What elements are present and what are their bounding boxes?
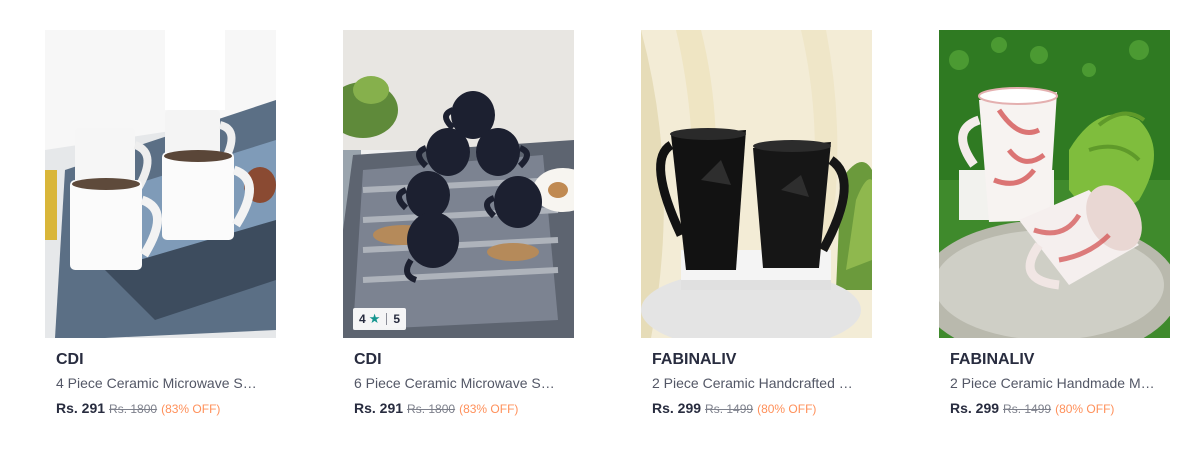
product-card[interactable]: FABINALIV 2 Piece Ceramic Handmade Mugs … <box>939 30 1170 417</box>
product-price: Rs. 291 Rs. 1800 (83% OFF) <box>56 401 276 417</box>
rating-count: 5 <box>393 312 401 326</box>
discount-label: (83% OFF) <box>459 402 519 416</box>
divider <box>386 313 388 325</box>
discount-label: (80% OFF) <box>1055 402 1115 416</box>
original-price: Rs. 1800 <box>407 402 456 416</box>
product-brand: FABINALIV <box>652 351 737 368</box>
product-name: 2 Piece Ceramic Handmade Mugs <box>950 375 1158 391</box>
selling-price: Rs. 291 <box>56 400 106 416</box>
product-price: Rs. 299 Rs. 1499 (80% OFF) <box>950 401 1170 417</box>
rating-value: 4 <box>359 312 366 326</box>
product-card[interactable]: CDI 4 Piece Ceramic Microwave Safe Tea C… <box>45 30 276 417</box>
product-brand: CDI <box>354 351 382 368</box>
selling-price: Rs. 291 <box>354 400 404 416</box>
original-price: Rs. 1499 <box>705 402 754 416</box>
product-image[interactable]: 4 ★ 5 <box>343 30 574 338</box>
selling-price: Rs. 299 <box>652 400 702 416</box>
original-price: Rs. 1499 <box>1003 402 1052 416</box>
original-price: Rs. 1800 <box>109 402 158 416</box>
product-name: 2 Piece Ceramic Handcrafted Mugs <box>652 375 860 391</box>
product-price: Rs. 291 Rs. 1800 (83% OFF) <box>354 401 574 417</box>
discount-label: (80% OFF) <box>757 402 817 416</box>
rating-badge: 4 ★ 5 <box>353 308 407 330</box>
product-brand: FABINALIV <box>950 351 1035 368</box>
product-image[interactable] <box>45 30 276 338</box>
star-icon: ★ <box>368 311 381 326</box>
product-image[interactable] <box>939 30 1170 338</box>
product-image[interactable] <box>641 30 872 338</box>
product-card[interactable]: FABINALIV 2 Piece Ceramic Handcrafted Mu… <box>641 30 872 417</box>
product-name: 4 Piece Ceramic Microwave Safe Tea Cups <box>56 375 264 391</box>
product-card[interactable]: 4 ★ 5 CDI 6 Piece Ceramic Microwave Safe… <box>343 30 574 417</box>
product-price: Rs. 299 Rs. 1499 (80% OFF) <box>652 401 872 417</box>
discount-label: (83% OFF) <box>161 402 221 416</box>
product-brand: CDI <box>56 351 84 368</box>
product-name: 6 Piece Ceramic Microwave Safe Tea Cups <box>354 375 562 391</box>
selling-price: Rs. 299 <box>950 400 1000 416</box>
